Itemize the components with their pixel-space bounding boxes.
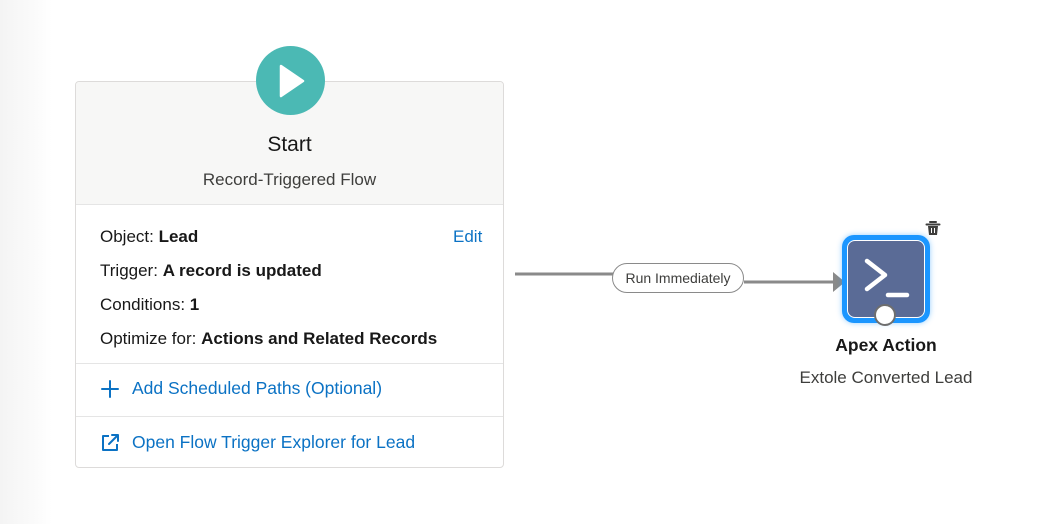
conditions-label: Conditions: bbox=[100, 295, 186, 314]
start-title: Start bbox=[267, 133, 312, 156]
apex-action-title: Apex Action bbox=[835, 335, 937, 355]
add-scheduled-paths-label: Add Scheduled Paths (Optional) bbox=[132, 378, 383, 398]
card-divider bbox=[76, 363, 503, 364]
start-play-icon[interactable] bbox=[256, 46, 325, 115]
plus-icon bbox=[100, 379, 120, 399]
apex-action-subtitle: Extole Converted Lead bbox=[799, 368, 973, 387]
conditions-row: Conditions: 1 bbox=[100, 295, 199, 315]
connector-endpoint[interactable] bbox=[874, 304, 896, 326]
external-link-icon bbox=[100, 433, 120, 453]
add-scheduled-paths-link[interactable]: Add Scheduled Paths (Optional) bbox=[100, 378, 382, 399]
optimize-row: Optimize for: Actions and Related Record… bbox=[100, 329, 437, 349]
start-element-card[interactable]: Start Record-Triggered Flow Object: Lead… bbox=[75, 81, 504, 468]
object-label: Object: bbox=[100, 227, 154, 246]
optimize-value: Actions and Related Records bbox=[201, 329, 438, 348]
trigger-value: A record is updated bbox=[162, 261, 322, 280]
play-icon bbox=[279, 64, 304, 97]
optimize-label: Optimize for: bbox=[100, 329, 197, 348]
trigger-label: Trigger: bbox=[100, 261, 158, 280]
object-value: Lead bbox=[158, 227, 199, 246]
open-flow-trigger-explorer-label: Open Flow Trigger Explorer for Lead bbox=[132, 432, 416, 452]
left-gutter bbox=[0, 0, 52, 524]
run-immediately-label[interactable]: Run Immediately bbox=[612, 263, 744, 293]
object-row: Object: Lead bbox=[100, 227, 198, 247]
start-subtitle: Record-Triggered Flow bbox=[202, 170, 377, 189]
card-divider bbox=[76, 416, 503, 417]
conditions-value: 1 bbox=[189, 295, 200, 314]
trash-icon[interactable] bbox=[925, 220, 941, 236]
open-flow-trigger-explorer-link[interactable]: Open Flow Trigger Explorer for Lead bbox=[100, 432, 415, 453]
trigger-row: Trigger: A record is updated bbox=[100, 261, 322, 281]
edit-link[interactable]: Edit bbox=[453, 227, 482, 247]
